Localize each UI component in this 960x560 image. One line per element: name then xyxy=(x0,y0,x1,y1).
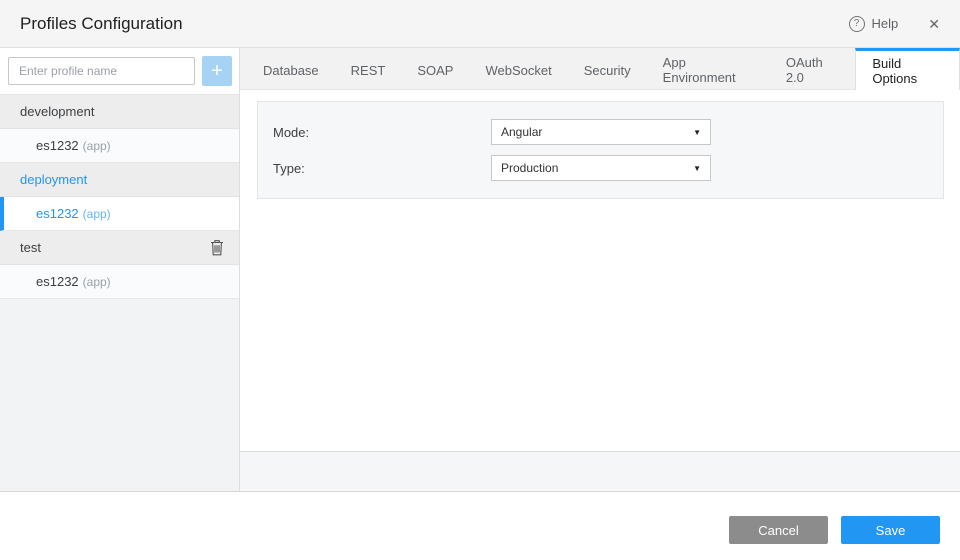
type-select[interactable]: Production ▼ xyxy=(491,155,711,181)
cancel-button[interactable]: Cancel xyxy=(729,516,828,544)
mode-select[interactable]: Angular ▼ xyxy=(491,119,711,145)
page-title: Profiles Configuration xyxy=(20,13,183,33)
type-field-row: Type: Production ▼ xyxy=(273,155,943,181)
tab-bar: Database REST SOAP WebSocket Security Ap… xyxy=(240,48,960,90)
caret-down-icon: ▼ xyxy=(693,127,701,137)
profile-group-label: deployment xyxy=(20,172,88,187)
add-profile-button[interactable]: + xyxy=(202,56,232,86)
help-button[interactable]: ? Help xyxy=(848,15,899,32)
mode-select-value: Angular xyxy=(501,125,543,139)
profiles-configuration-dialog: Profiles Configuration ? Help ✕ + develo… xyxy=(0,0,960,560)
app-label: es1232 xyxy=(36,138,79,153)
delete-profile-button[interactable] xyxy=(210,239,224,256)
profile-app-item-selected[interactable]: es1232 (app) xyxy=(0,197,239,231)
profile-group-deployment[interactable]: deployment xyxy=(0,163,239,197)
app-label: es1232 xyxy=(36,206,79,221)
profile-group-label: development xyxy=(20,104,95,119)
type-label: Type: xyxy=(273,160,305,176)
tab-content: Mode: Angular ▼ Type: Production ▼ xyxy=(240,90,960,451)
app-suffix: (app) xyxy=(82,138,111,153)
profile-app-item[interactable]: es1232 (app) xyxy=(0,265,239,299)
tab-app-environment[interactable]: App Environment xyxy=(647,48,770,89)
header-actions: ? Help ✕ xyxy=(848,15,940,32)
app-suffix: (app) xyxy=(82,206,111,221)
sidebar-empty-area xyxy=(0,299,239,491)
profiles-sidebar: + development es1232 (app) deployment es… xyxy=(0,48,240,491)
app-suffix: (app) xyxy=(82,274,111,289)
tab-websocket[interactable]: WebSocket xyxy=(469,48,567,89)
tab-soap[interactable]: SOAP xyxy=(401,48,469,89)
tab-database[interactable]: Database xyxy=(247,48,335,89)
dialog-header: Profiles Configuration ? Help ✕ xyxy=(0,0,960,48)
caret-down-icon: ▼ xyxy=(693,163,701,173)
type-select-value: Production xyxy=(501,161,559,175)
profile-group-development[interactable]: development xyxy=(0,95,239,129)
dialog-body: + development es1232 (app) deployment es… xyxy=(0,48,960,491)
close-icon[interactable]: ✕ xyxy=(928,17,940,31)
profile-app-item[interactable]: es1232 (app) xyxy=(0,129,239,163)
profile-group-test[interactable]: test xyxy=(0,231,239,265)
main-area: Database REST SOAP WebSocket Security Ap… xyxy=(240,48,960,491)
content-footer-strip xyxy=(240,451,960,491)
dialog-action-bar: Cancel Save xyxy=(0,491,960,560)
tab-rest[interactable]: REST xyxy=(335,48,402,89)
app-label: es1232 xyxy=(36,274,79,289)
tab-oauth[interactable]: OAuth 2.0 xyxy=(770,48,856,89)
trash-icon xyxy=(211,240,223,256)
tab-security[interactable]: Security xyxy=(568,48,647,89)
profile-create-row: + xyxy=(0,48,239,95)
tab-build-options[interactable]: Build Options xyxy=(855,48,960,90)
mode-field-row: Mode: Angular ▼ xyxy=(273,119,943,145)
help-label: Help xyxy=(871,16,899,31)
help-question-icon: ? xyxy=(848,15,865,32)
save-button[interactable]: Save xyxy=(841,516,940,544)
profile-name-input[interactable] xyxy=(8,57,195,85)
mode-label: Mode: xyxy=(273,124,310,140)
build-options-panel: Mode: Angular ▼ Type: Production ▼ xyxy=(257,101,944,199)
profile-group-label: test xyxy=(20,240,41,255)
